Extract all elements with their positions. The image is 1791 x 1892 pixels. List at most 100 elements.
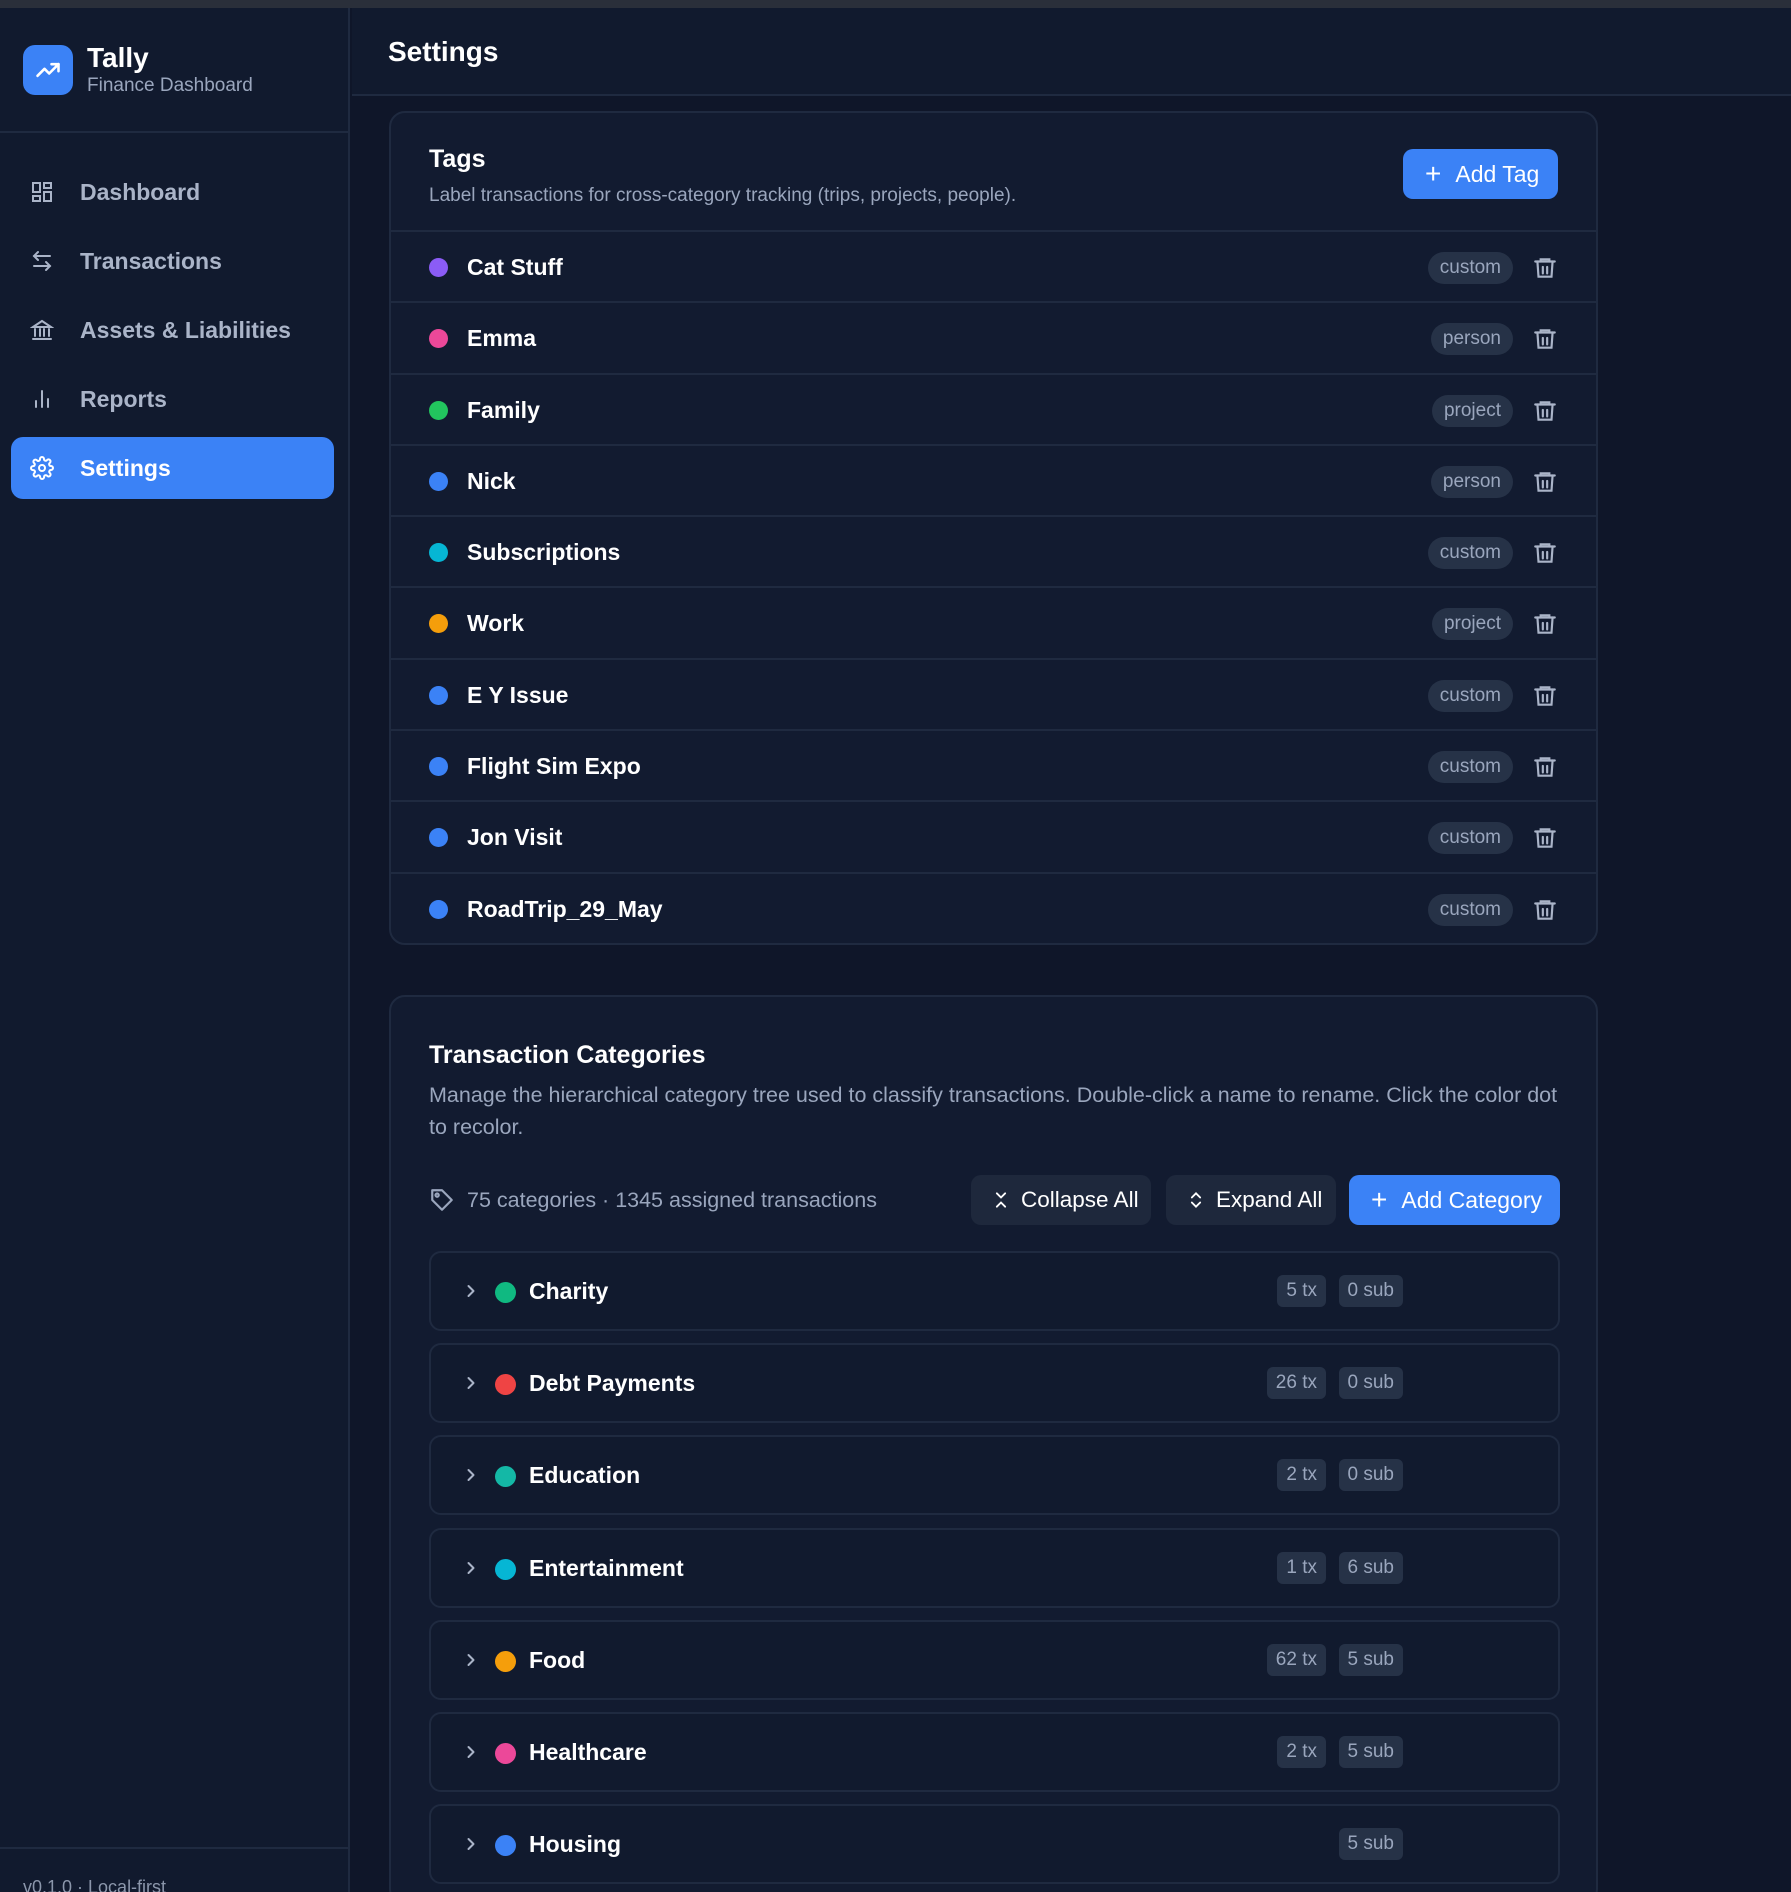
tx-count-badge: 26 tx: [1266, 1367, 1326, 1400]
tag-row[interactable]: Nick person: [391, 446, 1596, 518]
dashboard-icon: [29, 179, 55, 205]
tag-name[interactable]: Emma: [467, 325, 536, 352]
trash-icon[interactable]: [1532, 683, 1558, 709]
tag-color-dot[interactable]: [429, 614, 448, 634]
tag-type-badge: custom: [1427, 252, 1513, 284]
tag-name[interactable]: Cat Stuff: [467, 254, 563, 281]
tag-name[interactable]: Jon Visit: [467, 824, 562, 851]
categories-title: Transaction Categories: [429, 1041, 706, 1069]
tag-color-dot[interactable]: [429, 899, 448, 919]
add-category-button[interactable]: + Add Category: [1349, 1175, 1560, 1225]
tag-name[interactable]: Family: [467, 397, 540, 424]
tag-color-dot[interactable]: [429, 543, 448, 563]
category-name[interactable]: Housing: [529, 1831, 621, 1858]
tag-color-dot[interactable]: [429, 757, 448, 777]
tag-row[interactable]: Work project: [391, 588, 1596, 660]
sidebar-item-label: Reports: [80, 385, 167, 412]
category-row[interactable]: Food 62 tx 5 sub: [429, 1619, 1560, 1700]
tag-color-dot[interactable]: [429, 685, 448, 705]
tag-row[interactable]: Jon Visit custom: [391, 802, 1596, 874]
category-row[interactable]: Debt Payments 26 tx 0 sub: [429, 1343, 1560, 1424]
tags-card: Tags Label transactions for cross-catego…: [389, 111, 1598, 945]
tx-count-badge: 62 tx: [1266, 1643, 1326, 1676]
add-tag-button[interactable]: + Add Tag: [1403, 149, 1558, 199]
category-color-dot[interactable]: [495, 1282, 516, 1303]
category-row[interactable]: Healthcare 2 tx 5 sub: [429, 1712, 1560, 1792]
trash-icon[interactable]: [1532, 326, 1558, 352]
tag-row[interactable]: Cat Stuff custom: [391, 232, 1596, 304]
category-name[interactable]: Charity: [529, 1278, 608, 1305]
collapse-all-button[interactable]: Collapse All: [971, 1175, 1151, 1225]
category-color-dot[interactable]: [495, 1558, 516, 1580]
category-name[interactable]: Education: [529, 1462, 640, 1489]
tag-row[interactable]: Family project: [391, 375, 1596, 446]
sub-count-badge: 0 sub: [1338, 1275, 1403, 1307]
trash-icon[interactable]: [1532, 897, 1558, 923]
trash-icon[interactable]: [1532, 469, 1558, 495]
category-name[interactable]: Food: [529, 1647, 585, 1674]
plus-icon: +: [1371, 1184, 1388, 1215]
chevron-right-icon[interactable]: [461, 1372, 481, 1394]
tag-color-dot[interactable]: [429, 400, 448, 420]
trash-icon[interactable]: [1532, 611, 1558, 637]
tag-row[interactable]: RoadTrip_29_May custom: [391, 874, 1596, 945]
trash-icon[interactable]: [1532, 398, 1558, 424]
tx-count-badge: 5 tx: [1277, 1275, 1326, 1307]
gear-icon: [29, 455, 55, 481]
chevron-right-icon[interactable]: [461, 1557, 481, 1579]
tag-color-dot[interactable]: [429, 828, 448, 848]
category-name[interactable]: Entertainment: [529, 1555, 684, 1582]
tag-row[interactable]: Subscriptions custom: [391, 517, 1596, 589]
brand[interactable]: Tally Finance Dashboard: [0, 8, 348, 133]
sidebar-item-settings[interactable]: Settings: [11, 437, 334, 499]
category-color-dot[interactable]: [495, 1650, 516, 1672]
bank-icon: [29, 317, 55, 343]
sidebar-item-transactions[interactable]: Transactions: [11, 230, 334, 292]
tag-name[interactable]: Nick: [467, 468, 516, 495]
trash-icon[interactable]: [1532, 825, 1558, 851]
chevron-right-icon[interactable]: [461, 1280, 481, 1302]
arrows-icon: [29, 248, 55, 274]
sidebar-item-reports[interactable]: Reports: [11, 368, 334, 430]
category-row[interactable]: Education 2 tx 0 sub: [429, 1435, 1560, 1516]
category-row[interactable]: Charity 5 tx 0 sub: [429, 1251, 1560, 1331]
category-row[interactable]: Housing 5 sub: [429, 1804, 1560, 1885]
tag-name[interactable]: Flight Sim Expo: [467, 753, 641, 780]
expand-all-label: Expand All: [1216, 1187, 1323, 1212]
tag-name[interactable]: Subscriptions: [467, 539, 620, 566]
tag-name[interactable]: Work: [467, 610, 524, 637]
tag-color-dot[interactable]: [429, 471, 448, 491]
sidebar-item-dashboard[interactable]: Dashboard: [11, 161, 334, 223]
chevron-right-icon[interactable]: [461, 1649, 481, 1671]
chevron-right-icon[interactable]: [461, 1741, 481, 1763]
category-name[interactable]: Healthcare: [529, 1739, 647, 1766]
category-color-dot[interactable]: [495, 1466, 516, 1488]
trash-icon[interactable]: [1532, 255, 1558, 281]
sidebar-item-label: Assets & Liabilities: [80, 316, 291, 343]
category-name[interactable]: Debt Payments: [529, 1370, 695, 1397]
tags-card-header: Tags Label transactions for cross-catego…: [391, 113, 1596, 232]
trash-icon[interactable]: [1532, 754, 1558, 780]
chevron-right-icon[interactable]: [461, 1833, 481, 1855]
categories-description: Manage the hierarchical category tree us…: [429, 1083, 1558, 1139]
page-title: Settings: [388, 36, 499, 67]
chevron-right-icon[interactable]: [461, 1464, 481, 1486]
category-color-dot[interactable]: [495, 1835, 516, 1857]
sub-count-badge: 5 sub: [1338, 1736, 1403, 1768]
sidebar-item-assets[interactable]: Assets & Liabilities: [11, 299, 334, 361]
tx-count-badge: 2 tx: [1277, 1736, 1326, 1768]
category-color-dot[interactable]: [495, 1743, 516, 1764]
tag-color-dot[interactable]: [429, 258, 448, 277]
tag-name[interactable]: E Y Issue: [467, 682, 568, 709]
expand-all-button[interactable]: Expand All: [1166, 1175, 1336, 1225]
tag-row[interactable]: Flight Sim Expo custom: [391, 731, 1596, 803]
tag-row[interactable]: Emma person: [391, 303, 1596, 375]
tag-row[interactable]: E Y Issue custom: [391, 660, 1596, 732]
tag-type-badge: custom: [1427, 537, 1513, 570]
trash-icon[interactable]: [1532, 540, 1558, 566]
category-color-dot[interactable]: [495, 1374, 516, 1396]
category-row[interactable]: Entertainment 1 tx 6 sub: [429, 1527, 1560, 1608]
categories-card: Transaction Categories Manage the hierar…: [389, 995, 1598, 1892]
tag-color-dot[interactable]: [429, 329, 448, 349]
tag-name[interactable]: RoadTrip_29_May: [467, 896, 663, 923]
